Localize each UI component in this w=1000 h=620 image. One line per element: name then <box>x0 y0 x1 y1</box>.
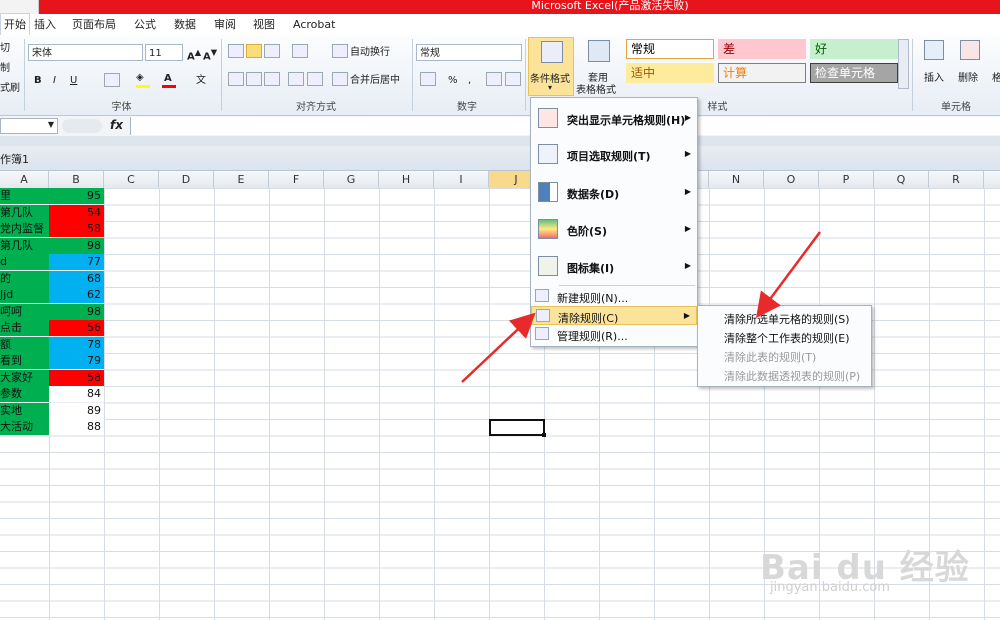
watermark-url: jingyan.baidu.com <box>770 580 890 595</box>
arrow-to-clear-rules <box>461 312 536 383</box>
arrow-to-clear-selected <box>756 231 822 319</box>
annotation-arrows <box>461 231 822 383</box>
